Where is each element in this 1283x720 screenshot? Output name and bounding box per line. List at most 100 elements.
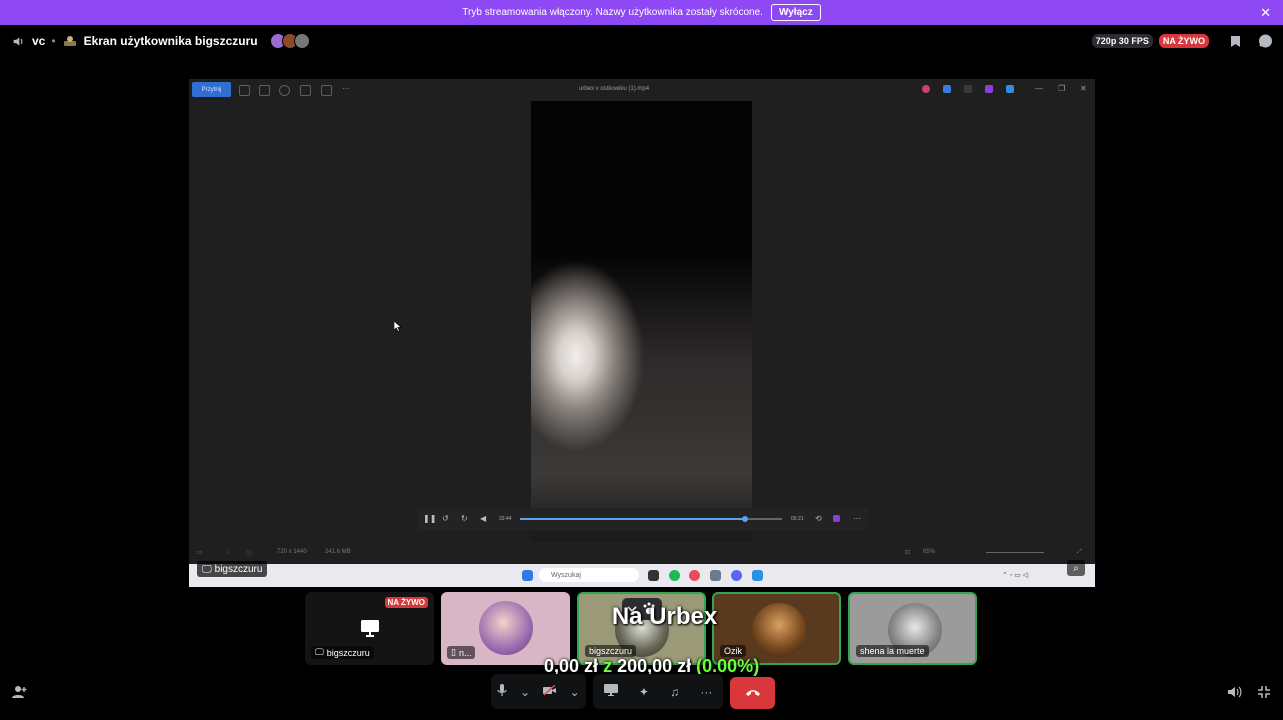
- participant-name: Ozik: [724, 646, 742, 656]
- close-icon[interactable]: ✕: [1260, 5, 1271, 21]
- start-icon: [522, 570, 533, 581]
- participant-label: 🖵 bigszczuru: [311, 646, 374, 659]
- share-icon: [300, 85, 311, 96]
- streamer-name: bigszczuru: [214, 563, 263, 575]
- search-placeholder: Wyszukaj: [551, 571, 581, 579]
- rewind-icon: ↺: [442, 514, 449, 523]
- fit-icon: ⊡: [905, 550, 911, 556]
- add-user-icon[interactable]: [12, 685, 27, 703]
- more-icon: ···: [342, 84, 350, 93]
- favorite-icon: [279, 85, 290, 96]
- screen-share-avatar-icon: [62, 33, 78, 49]
- cloud-icon: [1006, 85, 1014, 93]
- loop-icon: ⟲: [815, 514, 822, 523]
- zoom-icon[interactable]: ⌕: [1067, 560, 1085, 576]
- chevron-down-icon[interactable]: ⌄: [520, 685, 530, 699]
- tray-icons: ⌃ ◦ ▭ ◁: [1002, 572, 1029, 579]
- total-time: 05:21: [791, 516, 804, 522]
- file-size: 241.6 MB: [325, 549, 351, 555]
- streamer-label: 🖵 bigszczuru: [197, 561, 268, 577]
- file-title: urbex v ostkowiku (1).mp4: [579, 86, 650, 92]
- streamer-mode-banner: Tryb streamowania włączony. Nazwy użytko…: [0, 0, 1283, 25]
- delete-icon: [259, 85, 270, 96]
- edit-button: Przytnij: [192, 82, 231, 97]
- photos-statusbar: ▭ ♡ ⓘ 720 x 1440 241.6 MB ⊡ 65% ⤢: [189, 545, 1095, 561]
- spotify-icon: [669, 570, 680, 581]
- speaker-icon: [10, 33, 26, 49]
- avatar: [293, 33, 310, 49]
- goal-current: 0,00 zł: [544, 656, 599, 676]
- microphone-icon[interactable]: [497, 683, 507, 700]
- viewer-avatars[interactable]: [268, 33, 310, 49]
- seek-progress: [520, 518, 746, 520]
- filmstrip-icon: ▭: [197, 550, 203, 556]
- call-header: vc • Ekran użytkownika bigszczuru 720p 3…: [0, 25, 1283, 57]
- chevron-down-icon[interactable]: ⌄: [570, 685, 580, 699]
- taskbar-search: Wyszukaj: [539, 568, 639, 582]
- exit-fullscreen-icon[interactable]: [1257, 685, 1271, 702]
- settings-icon: [710, 570, 721, 581]
- stream-quality-badge: 720p 30 FPS: [1091, 34, 1153, 48]
- goal-title: Na Urbex: [611, 603, 718, 630]
- pause-icon: ❚❚: [423, 514, 437, 523]
- more-icon: ···: [853, 514, 861, 523]
- hangup-icon: [745, 690, 760, 696]
- participant-label: shena la muerte: [856, 645, 929, 657]
- activity-controls: ✦ ♫ ···: [593, 674, 723, 709]
- stream-title: Ekran użytkownika bigszczuru: [83, 34, 258, 48]
- app-icon: [964, 85, 972, 93]
- cursor-icon: [394, 321, 402, 332]
- mobile-icon: ▯: [451, 647, 456, 657]
- disable-streamer-mode-button[interactable]: Wyłącz: [770, 4, 821, 21]
- windows-taskbar: Wyszukaj ⌃ ◦ ▭ ◁: [189, 564, 1095, 587]
- edit-label: Przytnij: [201, 86, 222, 93]
- participant-label: ▯ n...: [447, 646, 476, 659]
- screen-icon: 🖵: [315, 647, 324, 657]
- volume-icon[interactable]: [1227, 685, 1242, 702]
- resolution: 720 x 1440: [277, 549, 307, 555]
- app-icon: [943, 85, 951, 93]
- opera-icon: [689, 570, 700, 581]
- maximize-icon: ❐: [1058, 84, 1066, 93]
- bookmark-icon[interactable]: [1227, 33, 1243, 49]
- more-icon[interactable]: ···: [700, 685, 712, 699]
- discord-icon: [731, 570, 742, 581]
- goal-separator: z: [603, 656, 613, 676]
- cast-icon: [833, 515, 840, 522]
- participant-name: n...: [458, 647, 472, 658]
- playback-bar: ❚❚ ↺ ↻ ◀ 33:44 05:21 ⟲ ···: [417, 508, 868, 530]
- photos-icon: [752, 570, 763, 581]
- seek-thumb: [742, 516, 749, 522]
- camera-off-icon[interactable]: [542, 683, 557, 699]
- volume-icon: ◀: [480, 514, 487, 523]
- app-icon: [648, 570, 659, 581]
- info-icon: [321, 85, 332, 96]
- goal-percent: (0.00%): [696, 656, 760, 676]
- voice-controls: ⌄ ⌄: [491, 674, 586, 709]
- shared-screen[interactable]: Przytnij ··· urbex v ostkowiku (1).mp4 —…: [189, 79, 1095, 587]
- close-window-icon: ✕: [1080, 84, 1087, 93]
- soundboard-icon[interactable]: ♫: [670, 685, 679, 699]
- disconnect-button[interactable]: [730, 677, 775, 709]
- participant-name: shena la muerte: [860, 646, 925, 656]
- rotate-icon: [239, 85, 250, 96]
- channel-name[interactable]: vc: [32, 34, 45, 48]
- forward-icon: ↻: [461, 514, 468, 523]
- fullscreen-icon: ⤢: [1077, 549, 1082, 555]
- separator-dot: •: [51, 34, 56, 48]
- banner-text: Tryb streamowania włączony. Nazwy użytko…: [462, 7, 763, 18]
- video-frame: [531, 101, 752, 541]
- participant-name: bigszczuru: [589, 646, 633, 656]
- zoom-level: 65%: [923, 549, 936, 555]
- participant-name: bigszczuru: [326, 647, 370, 658]
- activities-icon[interactable]: ✦: [639, 685, 649, 699]
- goal-target: 200,00 zł: [617, 656, 692, 676]
- chat-icon[interactable]: [1257, 33, 1273, 49]
- current-time: 33:44: [499, 516, 512, 522]
- heart-icon: ♡: [225, 550, 231, 556]
- screen-icon: 🖵: [202, 563, 212, 575]
- app-icon: [985, 85, 993, 93]
- seek-track: [520, 516, 782, 522]
- live-badge: NA ŻYWO: [1158, 34, 1209, 48]
- screen-share-icon[interactable]: [603, 684, 618, 699]
